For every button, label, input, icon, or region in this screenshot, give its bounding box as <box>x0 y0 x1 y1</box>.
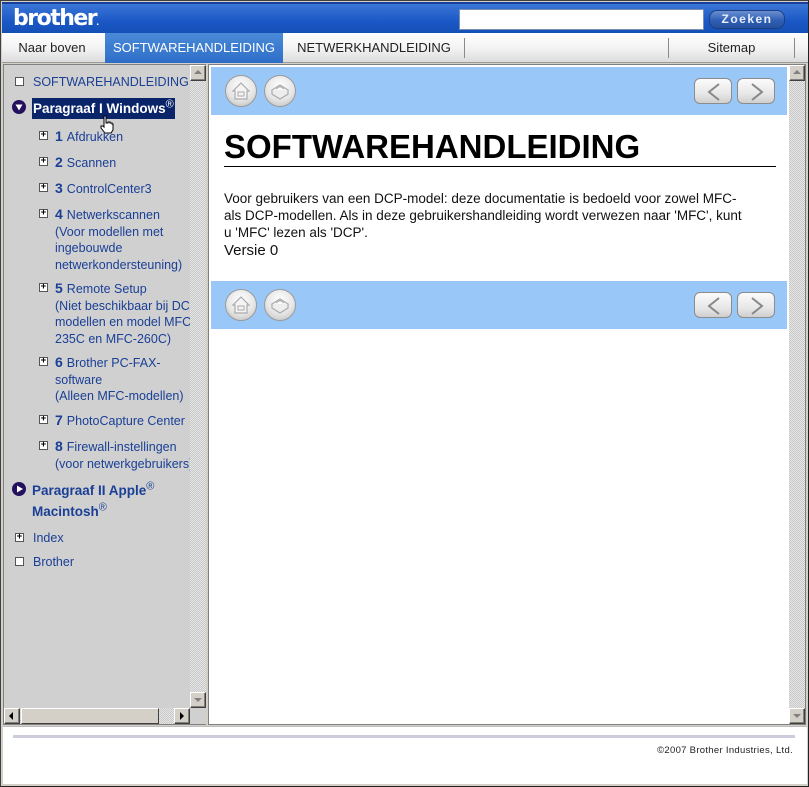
index-box-icon <box>270 298 290 314</box>
page-icon <box>15 77 24 86</box>
sidebar-vertical-scrollbar[interactable] <box>190 65 206 708</box>
expand-plus-icon[interactable]: + <box>39 415 48 424</box>
home-button[interactable] <box>225 75 257 107</box>
registered-mark: ® <box>165 98 174 111</box>
scroll-up-button[interactable] <box>789 65 805 81</box>
registered-mark: ® <box>146 480 155 493</box>
index-box-icon <box>270 84 290 100</box>
scroll-up-button[interactable] <box>190 65 206 81</box>
expand-plus-icon[interactable]: + <box>39 157 48 166</box>
sidebar-toc: SOFTWAREHANDLEIDING Paragraaf I Windows®… <box>3 64 206 725</box>
next-arrow-icon <box>751 83 764 101</box>
nav-divider <box>794 38 795 58</box>
horizontal-scroll-thumb[interactable] <box>21 708 159 724</box>
tab-softwarehandleiding[interactable]: SOFTWAREHANDLEIDING <box>105 33 283 63</box>
next-arrow-icon <box>751 297 764 315</box>
expand-plus-icon[interactable]: + <box>39 209 48 218</box>
scroll-down-button[interactable] <box>789 708 805 724</box>
next-page-button[interactable] <box>737 78 775 104</box>
footer: ©2007 Brother Industries, Ltd. <box>3 726 807 784</box>
scroll-right-button[interactable] <box>174 708 190 724</box>
footer-divider <box>13 735 795 738</box>
browser-window: brother. Zoeken Naar boven SOFTWAREHANDL… <box>0 0 809 787</box>
previous-page-button[interactable] <box>694 292 732 318</box>
intro-paragraph: Voor gebruikers van een DCP-model: deze … <box>224 191 742 240</box>
search-button[interactable]: Zoeken <box>709 10 785 29</box>
scroll-left-button[interactable] <box>4 708 20 724</box>
index-button[interactable] <box>264 289 296 321</box>
expand-plus-icon[interactable]: + <box>39 283 48 292</box>
sidebar-horizontal-scrollbar[interactable] <box>4 708 190 724</box>
main-vertical-scrollbar[interactable] <box>789 65 805 724</box>
page-title: SOFTWAREHANDLEIDING <box>224 129 776 167</box>
header-bar: brother. Zoeken <box>2 2 808 33</box>
previous-arrow-icon <box>707 297 720 315</box>
nav-divider <box>464 38 465 58</box>
section-macintosh-label: Paragraaf II Apple <box>32 483 147 498</box>
expand-plus-icon[interactable]: + <box>15 533 24 542</box>
registered-mark: ® <box>98 501 107 514</box>
previous-page-button[interactable] <box>694 78 732 104</box>
copyright-text: ©2007 Brother Industries, Ltd. <box>657 745 793 756</box>
collapse-arrow-icon[interactable] <box>12 100 26 114</box>
tab-netwerkhandleiding[interactable]: NETWERKHANDLEIDING <box>284 33 464 63</box>
home-icon <box>231 296 251 314</box>
page-icon <box>15 557 24 566</box>
document-content: SOFTWAREHANDLEIDING Voor gebruikers van … <box>224 129 776 260</box>
tab-naar-boven[interactable]: Naar boven <box>2 33 102 63</box>
home-button[interactable] <box>225 289 257 321</box>
brother-logo: brother. <box>13 6 100 31</box>
top-navigation: Naar boven SOFTWAREHANDLEIDING NETWERKHA… <box>2 33 808 63</box>
bottom-toolbar <box>211 281 787 329</box>
expand-plus-icon[interactable]: + <box>39 183 48 192</box>
previous-arrow-icon <box>707 83 720 101</box>
expand-plus-icon[interactable]: + <box>39 131 48 140</box>
toc-tree: SOFTWAREHANDLEIDING Paragraaf I Windows®… <box>4 65 190 708</box>
expand-arrow-icon[interactable] <box>12 482 26 496</box>
scroll-down-button[interactable] <box>190 692 206 708</box>
expand-plus-icon[interactable]: + <box>39 357 48 366</box>
home-icon <box>231 82 251 100</box>
tab-sitemap[interactable]: Sitemap <box>669 33 794 63</box>
section-windows-label: Paragraaf I Windows <box>33 101 166 116</box>
version-label: Versie 0 <box>224 242 279 259</box>
index-button[interactable] <box>264 75 296 107</box>
top-toolbar <box>211 67 787 115</box>
next-page-button[interactable] <box>737 292 775 318</box>
main-content: SOFTWAREHANDLEIDING Voor gebruikers van … <box>208 64 806 725</box>
expand-plus-icon[interactable]: + <box>39 441 48 450</box>
search-input[interactable] <box>459 9 704 30</box>
